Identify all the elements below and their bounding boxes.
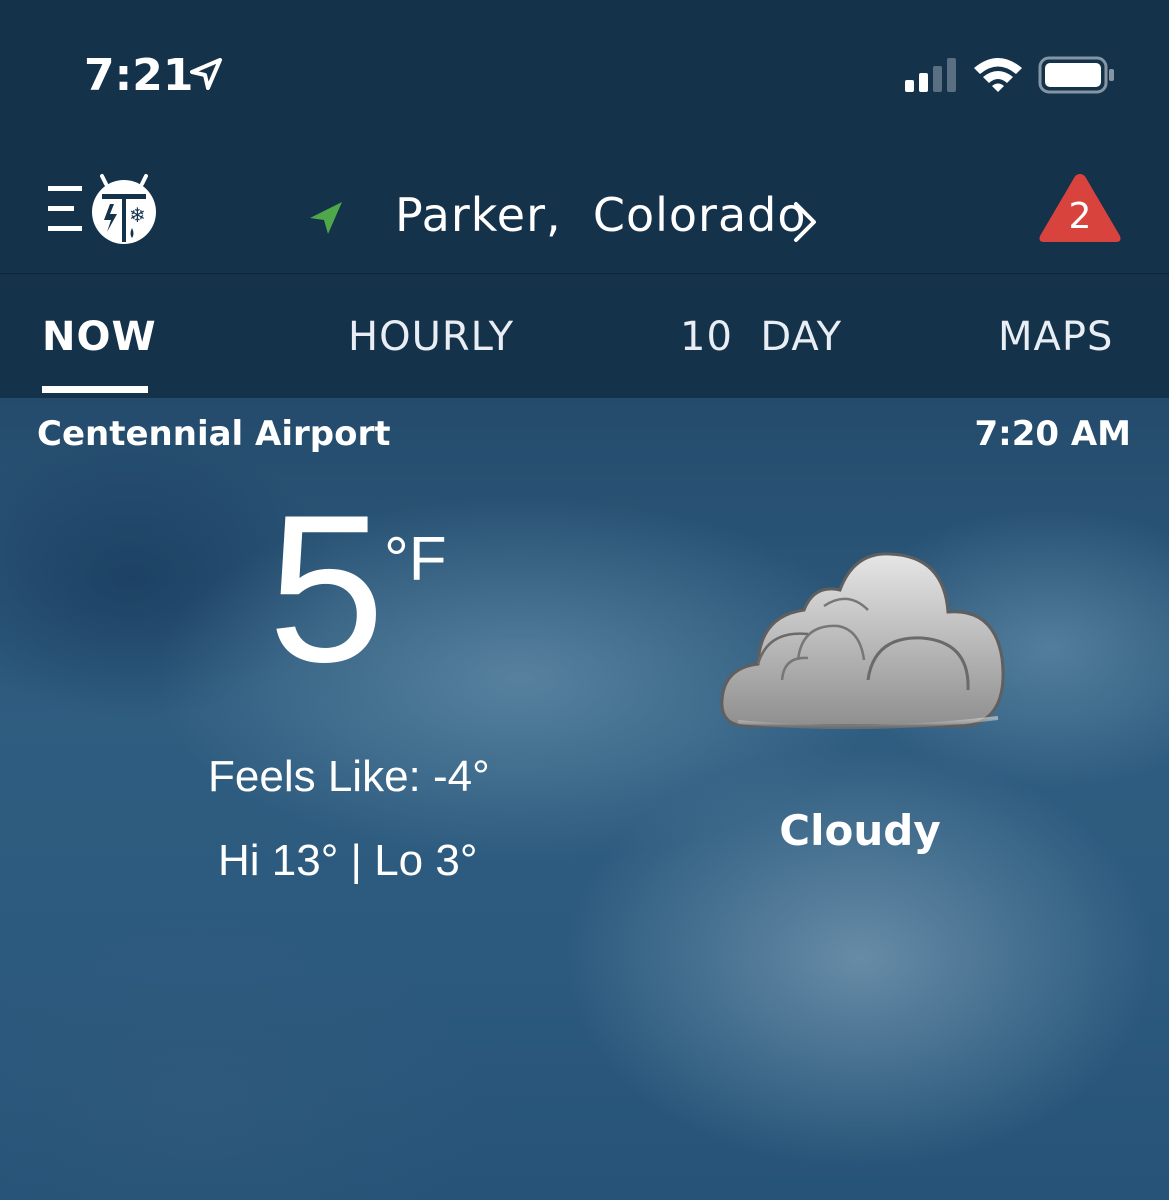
location-services-icon: [190, 58, 222, 90]
tab-now[interactable]: NOW: [42, 314, 157, 360]
location-arrow-icon: [310, 202, 342, 234]
station-name[interactable]: Centennial Airport: [37, 414, 390, 454]
feels-like-text: Feels Like: -4°: [208, 752, 490, 801]
tab-hourly[interactable]: HOURLY: [348, 314, 514, 360]
tab-10-day[interactable]: 10 DAY: [680, 314, 842, 360]
observation-time: 7:20 AM: [974, 414, 1131, 454]
wifi-icon: [974, 58, 1022, 92]
current-conditions-panel: Centennial Airport 7:20 AM 5 °F Feels Li…: [0, 398, 1169, 1200]
location-name[interactable]: Parker, Colorado: [395, 188, 806, 242]
cloud-icon: [720, 552, 1005, 730]
condition-text: Cloudy: [779, 806, 941, 855]
tab-bar: NOW HOURLY 10 DAY MAPS: [0, 274, 1169, 398]
chevron-right-icon[interactable]: [790, 200, 820, 244]
svg-text:❄: ❄: [129, 203, 146, 227]
active-tab-indicator: [42, 386, 148, 393]
temperature-unit: °F: [384, 525, 447, 594]
menu-icon[interactable]: ❄: [44, 170, 160, 250]
weatherbug-logo-icon: ❄: [92, 174, 156, 244]
status-bar: 7:21: [0, 0, 1169, 150]
temperature-value: 5: [268, 471, 385, 706]
tab-maps[interactable]: MAPS: [998, 314, 1113, 360]
status-time: 7:21: [84, 50, 194, 101]
hi-lo-text: Hi 13° | Lo 3°: [218, 836, 478, 885]
alert-count[interactable]: 2: [1036, 196, 1124, 237]
app-header: ❄ Parker, Colorado 2: [0, 150, 1169, 274]
battery-icon: [1038, 56, 1114, 94]
cellular-signal-icon: [905, 58, 956, 92]
